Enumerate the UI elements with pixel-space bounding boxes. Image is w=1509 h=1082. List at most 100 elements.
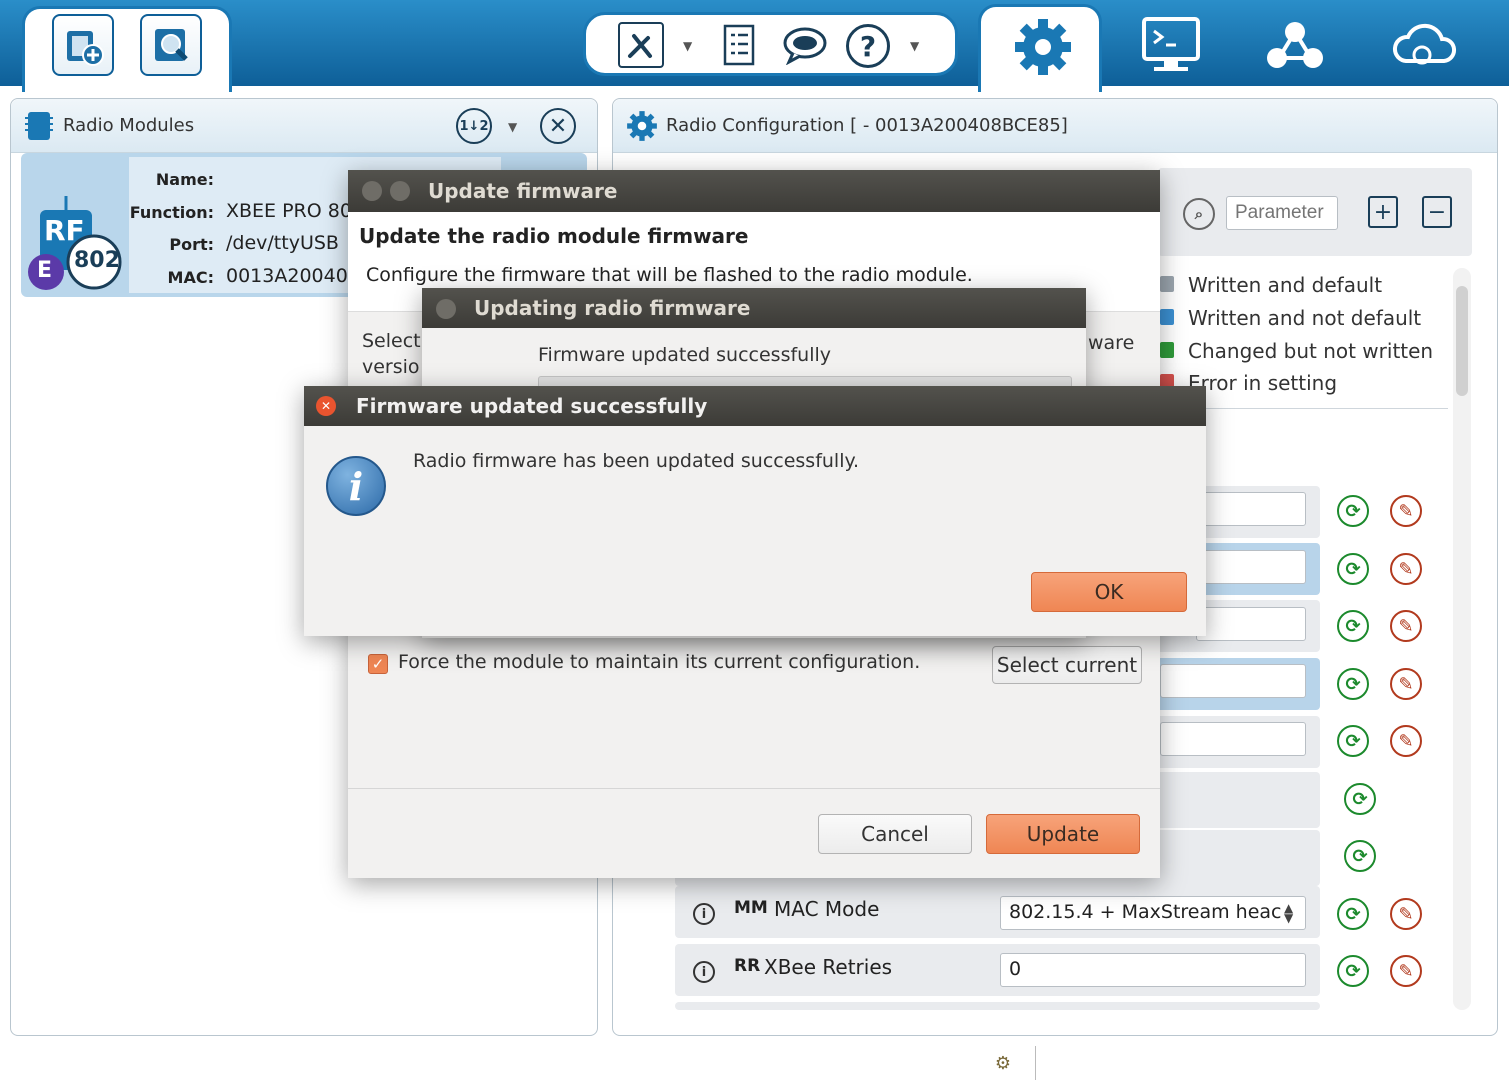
select-spinner-icon: ▲ ▼	[1284, 901, 1294, 925]
collapse-all-button[interactable]: −	[1422, 196, 1452, 228]
read-param-button[interactable]: ⟳	[1337, 553, 1369, 585]
help-button[interactable]: ?	[846, 24, 890, 68]
write-param-button[interactable]: ✎	[1390, 725, 1422, 757]
network-tab-button[interactable]	[1262, 14, 1328, 76]
collapse-icon: −	[1427, 199, 1447, 225]
help-icon: ?	[859, 29, 877, 63]
select-label-1: Select	[362, 330, 421, 352]
close-window-button[interactable]: ✕	[316, 396, 336, 416]
firmware-label-fragment: ware	[1088, 332, 1135, 354]
badge-e-text: E	[37, 258, 53, 283]
update-button[interactable]: Update	[986, 814, 1140, 854]
firmware-success-window-title: Firmware updated successfully	[356, 394, 708, 418]
info-icon: i	[701, 964, 707, 980]
chat-button[interactable]	[780, 22, 830, 68]
update-firmware-window-title: Update firmware	[428, 179, 618, 203]
param-label-rr: XBee Retries	[764, 955, 893, 979]
add-module-button[interactable]	[52, 14, 114, 76]
info-icon: i	[701, 906, 707, 922]
refresh-icon: ⟳	[1345, 903, 1361, 925]
force-config-label: Force the module to maintain its current…	[398, 651, 921, 673]
updating-firmware-message: Firmware updated successfully	[538, 344, 832, 366]
param-code-mm: MM	[734, 898, 768, 918]
network-icon	[1267, 22, 1323, 68]
discover-modules-button[interactable]	[140, 14, 202, 76]
write-param-button[interactable]: ✎	[1390, 898, 1422, 930]
module-mac-value: 0013A20040	[226, 265, 348, 287]
read-param-button[interactable]: ⟳	[1337, 495, 1369, 527]
write-param-button[interactable]: ✎	[1390, 553, 1422, 585]
tools-dropdown-icon[interactable]: ▼	[683, 39, 692, 53]
console-tab-button[interactable]	[1138, 14, 1204, 76]
console-monitor-icon	[1142, 17, 1200, 71]
write-param-button[interactable]: ✎	[1390, 495, 1422, 527]
read-param-button[interactable]: ⟳	[1344, 840, 1376, 872]
pencil-icon: ✎	[1398, 500, 1414, 522]
radio-modules-icon	[24, 110, 54, 142]
discover-modules-icon	[155, 29, 188, 61]
config-scrollbar[interactable]	[1453, 268, 1471, 1010]
close-window-icon[interactable]	[436, 299, 456, 319]
xbee-retries-input[interactable]: 0	[1000, 953, 1306, 987]
mac-mode-select[interactable]: 802.15.4 + MaxStream heac	[1000, 896, 1306, 930]
read-param-button[interactable]: ⟳	[1337, 725, 1369, 757]
read-param-button[interactable]: ⟳	[1337, 610, 1369, 642]
read-param-button[interactable]: ⟳	[1344, 783, 1376, 815]
firmware-success-titlebar: Firmware updated successfully	[304, 386, 1206, 426]
legend-written-not-default-icon	[1160, 309, 1174, 325]
minimize-window-icon[interactable]	[390, 181, 410, 201]
update-firmware-titlebar: Update firmware	[348, 170, 1160, 212]
read-param-button[interactable]: ⟳	[1337, 898, 1369, 930]
configuration-gear-small-icon	[624, 108, 660, 144]
param-row	[675, 1002, 1320, 1010]
write-param-button[interactable]: ✎	[1390, 955, 1422, 987]
param-value-input[interactable]	[1196, 607, 1306, 641]
module-function-value: XBEE PRO 80	[226, 200, 352, 222]
close-window-icon[interactable]	[362, 181, 382, 201]
sort-dropdown-icon[interactable]: ▼	[508, 120, 517, 134]
mac-mode-value: 802.15.4 + MaxStream heac	[1009, 901, 1282, 923]
help-dropdown-icon[interactable]: ▼	[910, 39, 919, 53]
legend-written-default-icon	[1160, 276, 1174, 292]
param-value-input[interactable]	[1160, 722, 1306, 756]
ok-button[interactable]: OK	[1031, 572, 1187, 612]
legend-written-default: Written and default	[1188, 273, 1383, 297]
param-info-button[interactable]: i	[693, 961, 715, 983]
refresh-icon: ⟳	[1345, 730, 1361, 752]
configuration-tab-button[interactable]	[1008, 12, 1078, 82]
write-param-button[interactable]: ✎	[1390, 668, 1422, 700]
pencil-icon: ✎	[1398, 960, 1414, 982]
remove-module-button[interactable]: ✕	[540, 108, 576, 144]
param-value-input[interactable]	[1160, 664, 1306, 698]
param-value-input[interactable]	[1196, 550, 1306, 584]
cloud-tab-button[interactable]	[1390, 14, 1460, 76]
expand-all-button[interactable]: +	[1368, 196, 1398, 228]
expand-icon: +	[1373, 199, 1393, 225]
tools-icon	[628, 34, 652, 58]
read-param-button[interactable]: ⟳	[1337, 668, 1369, 700]
param-info-button[interactable]: i	[693, 903, 715, 925]
write-param-button[interactable]: ✎	[1390, 610, 1422, 642]
console-list-icon	[723, 24, 755, 66]
pencil-icon: ✎	[1398, 673, 1414, 695]
force-config-checkbox[interactable]: ✓	[368, 654, 388, 674]
search-button[interactable]: ⌕	[1183, 198, 1215, 230]
close-icon: ✕	[320, 399, 332, 413]
parameter-search-input[interactable]	[1226, 196, 1338, 230]
search-icon: ⌕	[1194, 205, 1204, 223]
param-value-input[interactable]	[1196, 492, 1306, 526]
pencil-icon: ✎	[1398, 730, 1414, 752]
status-bar-icon[interactable]: ⚙	[990, 1050, 1016, 1076]
cancel-button[interactable]: Cancel	[818, 814, 972, 854]
sort-button[interactable]: 1↓2	[456, 108, 492, 144]
sort-icon: 1↓2	[459, 118, 489, 134]
select-current-button[interactable]: Select current	[992, 646, 1142, 684]
configuration-gear-icon	[1015, 19, 1071, 75]
scrollbar-thumb[interactable]	[1456, 286, 1468, 396]
read-param-button[interactable]: ⟳	[1337, 955, 1369, 987]
tools-button[interactable]	[618, 22, 664, 68]
module-function-label: Function:	[129, 203, 214, 222]
console-log-button[interactable]	[718, 22, 760, 68]
module-name-label: Name:	[155, 170, 214, 189]
pencil-icon: ✎	[1398, 903, 1414, 925]
